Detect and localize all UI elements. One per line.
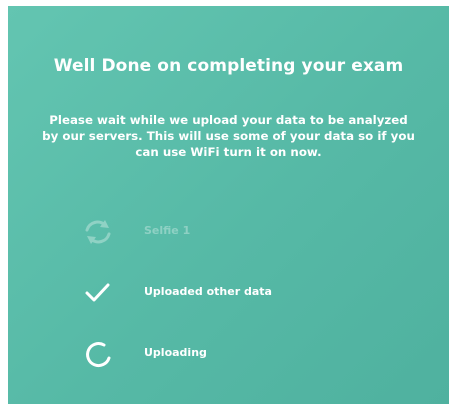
- status-item-uploading: Uploading: [78, 339, 398, 369]
- upload-message-line: Please wait while we upload your data to…: [49, 113, 408, 127]
- checkmark-icon: [78, 278, 118, 308]
- status-item-selfie: Selfie 1: [78, 217, 398, 247]
- upload-message: Please wait while we upload your data to…: [38, 112, 419, 160]
- sync-icon: [78, 217, 118, 247]
- upload-status-panel: Well Done on completing your exam Please…: [8, 6, 449, 404]
- status-item-other-data: Uploaded other data: [78, 278, 398, 308]
- upload-message-line: can use WiFi turn it on now.: [135, 145, 322, 159]
- status-label: Uploaded other data: [144, 285, 272, 298]
- page-title: Well Done on completing your exam: [53, 56, 404, 76]
- status-label: Selfie 1: [144, 224, 191, 237]
- upload-message-line: by our servers. This will use some of yo…: [42, 129, 415, 143]
- status-label: Uploading: [144, 346, 207, 359]
- spinner-icon: [78, 339, 118, 369]
